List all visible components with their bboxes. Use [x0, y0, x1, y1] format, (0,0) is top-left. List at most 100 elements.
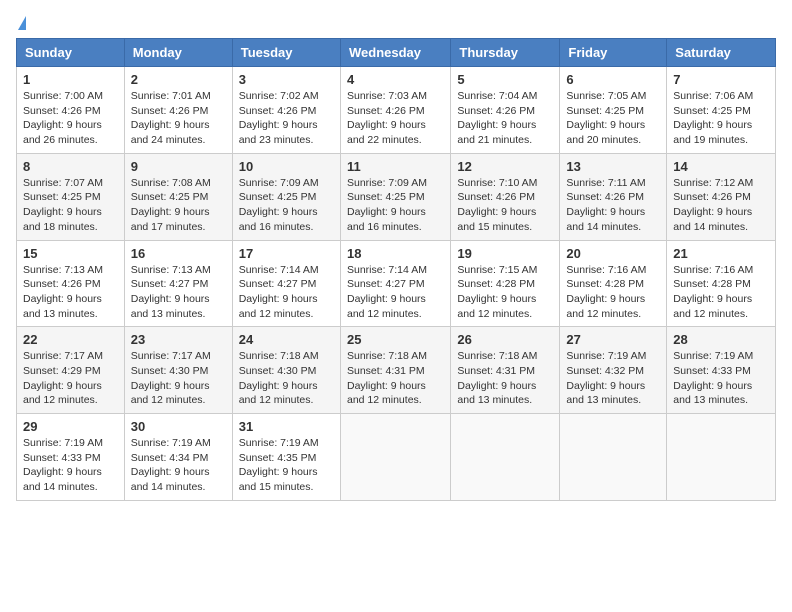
day-cell [667, 414, 776, 501]
day-detail: Sunrise: 7:12 AMSunset: 4:26 PMDaylight:… [673, 176, 769, 235]
weekday-header-sunday: Sunday [17, 39, 125, 67]
day-detail: Sunrise: 7:09 AMSunset: 4:25 PMDaylight:… [347, 176, 444, 235]
header [16, 16, 776, 30]
day-detail: Sunrise: 7:19 AMSunset: 4:32 PMDaylight:… [566, 349, 660, 408]
day-cell: 31 Sunrise: 7:19 AMSunset: 4:35 PMDayligh… [232, 414, 340, 501]
week-row-4: 22 Sunrise: 7:17 AMSunset: 4:29 PMDayligh… [17, 327, 776, 414]
day-number: 19 [457, 246, 553, 261]
day-cell: 15Sunrise: 7:13 AMSunset: 4:26 PMDayligh… [17, 240, 125, 327]
day-cell [560, 414, 667, 501]
day-detail: Sunrise: 7:19 AMSunset: 4:35 PMDaylight:… [239, 436, 334, 495]
day-detail: Sunrise: 7:19 AMSunset: 4:33 PMDaylight:… [23, 436, 118, 495]
day-number: 17 [239, 246, 334, 261]
day-cell: 1 Sunrise: 7:00 AMSunset: 4:26 PMDaylight… [17, 67, 125, 154]
day-cell: 28Sunrise: 7:19 AMSunset: 4:33 PMDayligh… [667, 327, 776, 414]
day-cell: 13 Sunrise: 7:11 AMSunset: 4:26 PMDayligh… [560, 153, 667, 240]
day-detail: Sunrise: 7:05 AMSunset: 4:25 PMDaylight:… [566, 89, 660, 148]
day-detail: Sunrise: 7:13 AMSunset: 4:26 PMDaylight:… [23, 263, 118, 322]
day-detail: Sunrise: 7:10 AMSunset: 4:26 PMDaylight:… [457, 176, 553, 235]
day-cell: 9 Sunrise: 7:08 AMSunset: 4:25 PMDaylight… [124, 153, 232, 240]
day-cell: 4 Sunrise: 7:03 AMSunset: 4:26 PMDaylight… [340, 67, 450, 154]
day-detail: Sunrise: 7:00 AMSunset: 4:26 PMDaylight:… [23, 89, 118, 148]
day-cell: 24 Sunrise: 7:18 AMSunset: 4:30 PMDayligh… [232, 327, 340, 414]
day-detail: Sunrise: 7:14 AMSunset: 4:27 PMDaylight:… [347, 263, 444, 322]
day-number: 9 [131, 159, 226, 174]
day-detail: Sunrise: 7:18 AMSunset: 4:31 PMDaylight:… [347, 349, 444, 408]
day-detail: Sunrise: 7:16 AMSunset: 4:28 PMDaylight:… [673, 263, 769, 322]
day-detail: Sunrise: 7:08 AMSunset: 4:25 PMDaylight:… [131, 176, 226, 235]
day-cell: 8 Sunrise: 7:07 AMSunset: 4:25 PMDaylight… [17, 153, 125, 240]
day-detail: Sunrise: 7:03 AMSunset: 4:26 PMDaylight:… [347, 89, 444, 148]
day-cell: 29 Sunrise: 7:19 AMSunset: 4:33 PMDayligh… [17, 414, 125, 501]
day-number: 5 [457, 72, 553, 87]
day-detail: Sunrise: 7:19 AMSunset: 4:33 PMDaylight:… [673, 349, 769, 408]
day-number: 16 [131, 246, 226, 261]
day-number: 26 [457, 332, 553, 347]
day-detail: Sunrise: 7:17 AMSunset: 4:30 PMDaylight:… [131, 349, 226, 408]
day-detail: Sunrise: 7:13 AMSunset: 4:27 PMDaylight:… [131, 263, 226, 322]
day-detail: Sunrise: 7:01 AMSunset: 4:26 PMDaylight:… [131, 89, 226, 148]
day-detail: Sunrise: 7:06 AMSunset: 4:25 PMDaylight:… [673, 89, 769, 148]
day-detail: Sunrise: 7:19 AMSunset: 4:34 PMDaylight:… [131, 436, 226, 495]
day-cell: 22 Sunrise: 7:17 AMSunset: 4:29 PMDayligh… [17, 327, 125, 414]
day-cell: 3 Sunrise: 7:02 AMSunset: 4:26 PMDaylight… [232, 67, 340, 154]
week-row-2: 8 Sunrise: 7:07 AMSunset: 4:25 PMDaylight… [17, 153, 776, 240]
day-number: 18 [347, 246, 444, 261]
day-detail: Sunrise: 7:04 AMSunset: 4:26 PMDaylight:… [457, 89, 553, 148]
day-number: 11 [347, 159, 444, 174]
day-cell: 14 Sunrise: 7:12 AMSunset: 4:26 PMDayligh… [667, 153, 776, 240]
day-detail: Sunrise: 7:11 AMSunset: 4:26 PMDaylight:… [566, 176, 660, 235]
day-detail: Sunrise: 7:17 AMSunset: 4:29 PMDaylight:… [23, 349, 118, 408]
day-number: 13 [566, 159, 660, 174]
weekday-header-row: SundayMondayTuesdayWednesdayThursdayFrid… [17, 39, 776, 67]
logo-triangle-icon [18, 16, 26, 30]
day-number: 4 [347, 72, 444, 87]
day-cell: 21 Sunrise: 7:16 AMSunset: 4:28 PMDayligh… [667, 240, 776, 327]
day-cell: 11 Sunrise: 7:09 AMSunset: 4:25 PMDayligh… [340, 153, 450, 240]
day-number: 7 [673, 72, 769, 87]
weekday-header-wednesday: Wednesday [340, 39, 450, 67]
day-cell: 18 Sunrise: 7:14 AMSunset: 4:27 PMDayligh… [340, 240, 450, 327]
day-number: 25 [347, 332, 444, 347]
day-cell: 17 Sunrise: 7:14 AMSunset: 4:27 PMDayligh… [232, 240, 340, 327]
weekday-header-friday: Friday [560, 39, 667, 67]
day-number: 10 [239, 159, 334, 174]
day-number: 30 [131, 419, 226, 434]
day-number: 1 [23, 72, 118, 87]
day-number: 22 [23, 332, 118, 347]
day-number: 31 [239, 419, 334, 434]
day-number: 8 [23, 159, 118, 174]
day-cell: 5 Sunrise: 7:04 AMSunset: 4:26 PMDaylight… [451, 67, 560, 154]
day-detail: Sunrise: 7:02 AMSunset: 4:26 PMDaylight:… [239, 89, 334, 148]
week-row-3: 15Sunrise: 7:13 AMSunset: 4:26 PMDayligh… [17, 240, 776, 327]
weekday-header-thursday: Thursday [451, 39, 560, 67]
day-number: 14 [673, 159, 769, 174]
day-cell: 25 Sunrise: 7:18 AMSunset: 4:31 PMDayligh… [340, 327, 450, 414]
day-cell: 12 Sunrise: 7:10 AMSunset: 4:26 PMDayligh… [451, 153, 560, 240]
day-cell: 27Sunrise: 7:19 AMSunset: 4:32 PMDayligh… [560, 327, 667, 414]
day-number: 3 [239, 72, 334, 87]
day-detail: Sunrise: 7:15 AMSunset: 4:28 PMDaylight:… [457, 263, 553, 322]
day-cell: 30 Sunrise: 7:19 AMSunset: 4:34 PMDayligh… [124, 414, 232, 501]
day-cell: 6Sunrise: 7:05 AMSunset: 4:25 PMDaylight… [560, 67, 667, 154]
day-detail: Sunrise: 7:14 AMSunset: 4:27 PMDaylight:… [239, 263, 334, 322]
day-number: 12 [457, 159, 553, 174]
day-number: 24 [239, 332, 334, 347]
logo [16, 16, 26, 30]
day-cell: 26 Sunrise: 7:18 AMSunset: 4:31 PMDayligh… [451, 327, 560, 414]
day-detail: Sunrise: 7:09 AMSunset: 4:25 PMDaylight:… [239, 176, 334, 235]
day-number: 20 [566, 246, 660, 261]
day-detail: Sunrise: 7:07 AMSunset: 4:25 PMDaylight:… [23, 176, 118, 235]
day-number: 21 [673, 246, 769, 261]
day-number: 2 [131, 72, 226, 87]
day-detail: Sunrise: 7:18 AMSunset: 4:30 PMDaylight:… [239, 349, 334, 408]
weekday-header-monday: Monday [124, 39, 232, 67]
week-row-5: 29 Sunrise: 7:19 AMSunset: 4:33 PMDayligh… [17, 414, 776, 501]
day-detail: Sunrise: 7:18 AMSunset: 4:31 PMDaylight:… [457, 349, 553, 408]
day-cell: 10 Sunrise: 7:09 AMSunset: 4:25 PMDayligh… [232, 153, 340, 240]
weekday-header-tuesday: Tuesday [232, 39, 340, 67]
day-detail: Sunrise: 7:16 AMSunset: 4:28 PMDaylight:… [566, 263, 660, 322]
calendar-table: SundayMondayTuesdayWednesdayThursdayFrid… [16, 38, 776, 501]
day-cell [451, 414, 560, 501]
day-number: 29 [23, 419, 118, 434]
